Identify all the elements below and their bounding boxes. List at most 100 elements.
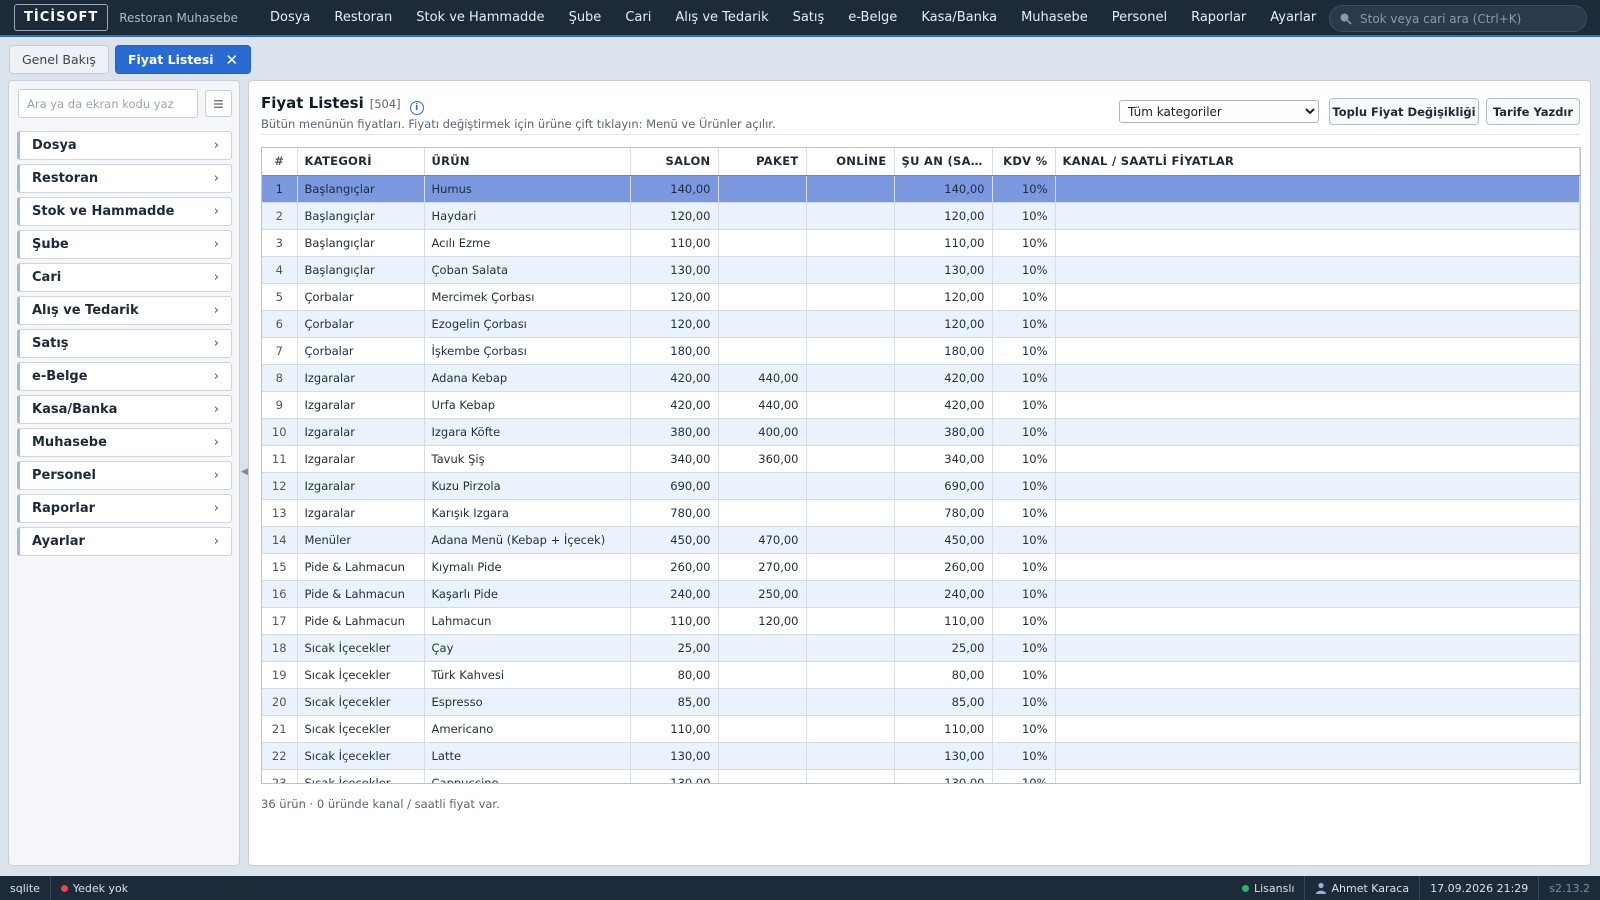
tab-genel-bakis[interactable]: Genel Bakış: [9, 45, 109, 74]
cell-product: Adana Menü (Kebap + İçecek): [424, 526, 631, 554]
column-header-category[interactable]: KATEGORİ: [297, 148, 425, 176]
status-dot-icon: [60, 884, 68, 892]
table-row[interactable]: 1 Başlangıçlar Humus 140,00 140,00 10%: [262, 175, 1580, 203]
backup-status[interactable]: Yedek yok: [49, 876, 138, 900]
column-header-channel-prices[interactable]: KANAL / SAATLİ FİYATLAR: [1055, 148, 1580, 176]
sidebar-item-dosya[interactable]: Dosya ›: [17, 131, 232, 160]
category-select[interactable]: Tüm kategoriler: [1119, 100, 1319, 123]
nav-item-stok[interactable]: Stok ve Hammadde: [404, 0, 556, 36]
cell-online: [806, 391, 895, 419]
nav-item-ayarlar[interactable]: Ayarlar: [1258, 0, 1328, 36]
chevron-right-icon: ›: [213, 204, 219, 219]
sidebar-item-kasa[interactable]: Kasa/Banka ›: [17, 395, 232, 424]
cell-category: Sıcak İçecekler: [297, 742, 425, 770]
cell-salon: 180,00: [630, 337, 719, 365]
app-subtitle: Restoran Muhasebe: [119, 10, 238, 25]
divider: [261, 134, 1581, 135]
sidebar-menu-button[interactable]: [205, 90, 232, 117]
list-icon: [214, 99, 223, 108]
cell-channel-prices: [1055, 472, 1580, 500]
cell-channel-prices: [1055, 256, 1580, 284]
table-row[interactable]: 16 Pide & Lahmacun Kaşarlı Pide 240,00 250,0…: [262, 580, 1580, 608]
sidebar-collapse-handle[interactable]: ◀: [241, 467, 248, 477]
sidebar-item-muhasebe[interactable]: Muhasebe ›: [17, 428, 232, 457]
sidebar-item-satis[interactable]: Satış ›: [17, 329, 232, 358]
cell-channel-prices: [1055, 499, 1580, 527]
table-row[interactable]: 17 Pide & Lahmacun Lahmacun 110,00 120,00 110…: [262, 607, 1580, 635]
table-row[interactable]: 3 Başlangıçlar Acılı Ezme 110,00 110,00 10%: [262, 229, 1580, 257]
bulk-price-change-button[interactable]: Toplu Fiyat Değişikliği: [1329, 98, 1479, 125]
nav-item-alis[interactable]: Alış ve Tedarik: [663, 0, 780, 36]
sidebar-item-restoran[interactable]: Restoran ›: [17, 164, 232, 193]
table-row[interactable]: 5 Çorbalar Mercimek Çorbası 120,00 120,00 10%: [262, 283, 1580, 311]
column-header-paket[interactable]: PAKET: [718, 148, 807, 176]
cell-vat: 10%: [992, 256, 1056, 284]
nav-item-sube[interactable]: Şube: [557, 0, 614, 36]
close-icon[interactable]: ✕: [226, 51, 239, 69]
nav-item-raporlar[interactable]: Raporlar: [1179, 0, 1258, 36]
tab-fiyat-listesi[interactable]: Fiyat Listesi ✕: [114, 45, 252, 74]
table-row[interactable]: 19 Sıcak İçecekler Türk Kahvesi 80,00 80,00 1…: [262, 661, 1580, 689]
table-row[interactable]: 23 Sıcak İçecekler Cappuccino 130,00 130,00 1…: [262, 769, 1580, 783]
table-row[interactable]: 13 Izgaralar Karışık Izgara 780,00 780,00 10%: [262, 499, 1580, 527]
global-search[interactable]: [1329, 5, 1587, 32]
table-row[interactable]: 14 Menüler Adana Menü (Kebap + İçecek) 450,…: [262, 526, 1580, 554]
table-row[interactable]: 4 Başlangıçlar Çoban Salata 130,00 130,00 10%: [262, 256, 1580, 284]
nav-item-muhasebe[interactable]: Muhasebe: [1009, 0, 1100, 36]
sidebar-item-stok[interactable]: Stok ve Hammadde ›: [17, 197, 232, 226]
license-status[interactable]: Lisanslı: [1232, 876, 1304, 900]
sidebar-item-personel[interactable]: Personel ›: [17, 461, 232, 490]
table-row[interactable]: 6 Çorbalar Ezogelin Çorbası 120,00 120,00 10%: [262, 310, 1580, 338]
nav-item-dosya[interactable]: Dosya: [258, 0, 322, 36]
user-status[interactable]: Ahmet Karaca: [1304, 876, 1419, 900]
table-header-row: # KATEGORİ ÜRÜN SALON PAKET ONLİNE ŞU AN…: [262, 148, 1580, 176]
table-row[interactable]: 18 Sıcak İçecekler Çay 25,00 25,00 10%: [262, 634, 1580, 662]
nav-item-cari[interactable]: Cari: [613, 0, 663, 36]
info-icon[interactable]: i: [409, 101, 424, 115]
table-row[interactable]: 15 Pide & Lahmacun Kıymalı Pide 260,00 270,0…: [262, 553, 1580, 581]
sidebar-item-alis[interactable]: Alış ve Tedarik ›: [17, 296, 232, 325]
table-row[interactable]: 20 Sıcak İçecekler Espresso 85,00 85,00 10%: [262, 688, 1580, 716]
nav-item-personel[interactable]: Personel: [1100, 0, 1179, 36]
nav-item-kasa[interactable]: Kasa/Banka: [909, 0, 1009, 36]
cell-channel-prices: [1055, 580, 1580, 608]
table-row[interactable]: 2 Başlangıçlar Haydari 120,00 120,00 10%: [262, 202, 1580, 230]
cell-product: Cappuccino: [424, 769, 631, 783]
column-header-salon[interactable]: SALON: [630, 148, 719, 176]
cell-paket: [718, 283, 807, 311]
cell-product: Karışık Izgara: [424, 499, 631, 527]
table-row[interactable]: 7 Çorbalar İşkembe Çorbası 180,00 180,00 10%: [262, 337, 1580, 365]
cell-channel-prices: [1055, 715, 1580, 743]
sidebar-search-input[interactable]: [18, 89, 198, 118]
chevron-right-icon: ›: [213, 534, 219, 549]
cell-product: Adana Kebap: [424, 364, 631, 392]
sidebar-item-ebelge[interactable]: e-Belge ›: [17, 362, 232, 391]
nav-item-restoran[interactable]: Restoran: [322, 0, 404, 36]
table-row[interactable]: 12 Izgaralar Kuzu Pirzola 690,00 690,00 10%: [262, 472, 1580, 500]
nav-item-satis[interactable]: Satış: [781, 0, 837, 36]
sidebar-item-label: Cari: [32, 270, 62, 285]
sidebar-item-cari[interactable]: Cari ›: [17, 263, 232, 292]
table-row[interactable]: 11 Izgaralar Tavuk Şiş 340,00 360,00 340,00 10…: [262, 445, 1580, 473]
cell-salon: 110,00: [630, 229, 719, 257]
print-tariff-button[interactable]: Tarife Yazdır: [1486, 98, 1580, 125]
nav-item-ebelge[interactable]: e-Belge: [836, 0, 909, 36]
table-row[interactable]: 8 Izgaralar Adana Kebap 420,00 440,00 420,00 1…: [262, 364, 1580, 392]
column-header-online[interactable]: ONLİNE: [806, 148, 895, 176]
tab-label: Genel Bakış: [22, 52, 96, 67]
table-row[interactable]: 21 Sıcak İçecekler Americano 110,00 110,00 10…: [262, 715, 1580, 743]
app-logo[interactable]: TİCİSOFT: [14, 4, 109, 31]
sidebar-item-sube[interactable]: Şube ›: [17, 230, 232, 259]
sidebar-item-raporlar[interactable]: Raporlar ›: [17, 494, 232, 523]
table-row[interactable]: 9 Izgaralar Urfa Kebap 420,00 440,00 420,00 10…: [262, 391, 1580, 419]
sidebar-item-ayarlar[interactable]: Ayarlar ›: [17, 527, 232, 556]
table-row[interactable]: 22 Sıcak İçecekler Latte 130,00 130,00 10%: [262, 742, 1580, 770]
global-search-input[interactable]: [1360, 11, 1580, 26]
license-label: Lisanslı: [1254, 881, 1295, 895]
column-header-product[interactable]: ÜRÜN: [424, 148, 631, 176]
column-header-current[interactable]: ŞU AN (SAL…: [894, 148, 993, 176]
column-header-index[interactable]: #: [262, 148, 298, 176]
cell-channel-prices: [1055, 634, 1580, 662]
column-header-vat[interactable]: KDV %: [992, 148, 1056, 176]
table-row[interactable]: 10 Izgaralar Izgara Köfte 380,00 400,00 380,0…: [262, 418, 1580, 446]
